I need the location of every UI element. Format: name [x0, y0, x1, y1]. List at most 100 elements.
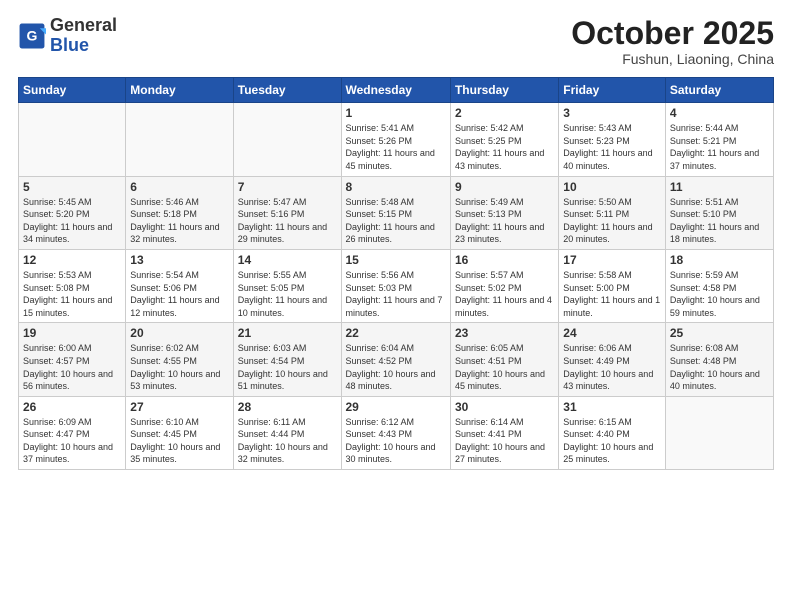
- logo: G General Blue: [18, 16, 117, 56]
- table-row: [126, 103, 233, 176]
- table-row: 29 Sunrise: 6:12 AM Sunset: 4:43 PM Dayli…: [341, 396, 450, 469]
- day-info: Sunrise: 6:05 AM Sunset: 4:51 PM Dayligh…: [455, 342, 554, 392]
- day-info: Sunrise: 5:47 AM Sunset: 5:16 PM Dayligh…: [238, 196, 337, 246]
- table-row: 5 Sunrise: 5:45 AM Sunset: 5:20 PM Daylig…: [19, 176, 126, 249]
- day-number: 1: [346, 106, 446, 120]
- day-info: Sunrise: 5:49 AM Sunset: 5:13 PM Dayligh…: [455, 196, 554, 246]
- day-number: 7: [238, 180, 337, 194]
- day-info: Sunrise: 5:57 AM Sunset: 5:02 PM Dayligh…: [455, 269, 554, 319]
- table-row: 8 Sunrise: 5:48 AM Sunset: 5:15 PM Daylig…: [341, 176, 450, 249]
- location-text: Fushun, Liaoning, China: [571, 51, 774, 67]
- table-row: 30Sunrise: 6:14 AM Sunset: 4:41 PM Dayli…: [450, 396, 558, 469]
- day-info: Sunrise: 6:06 AM Sunset: 4:49 PM Dayligh…: [563, 342, 661, 392]
- day-number: 3: [563, 106, 661, 120]
- day-number: 29: [346, 400, 446, 414]
- header-sunday: Sunday: [19, 78, 126, 103]
- day-number: 8: [346, 180, 446, 194]
- week-row-2: 5 Sunrise: 5:45 AM Sunset: 5:20 PM Daylig…: [19, 176, 774, 249]
- calendar-table: Sunday Monday Tuesday Wednesday Thursday…: [18, 77, 774, 470]
- day-number: 24: [563, 326, 661, 340]
- day-number: 11: [670, 180, 769, 194]
- table-row: 6Sunrise: 5:46 AM Sunset: 5:18 PM Daylig…: [126, 176, 233, 249]
- table-row: 17Sunrise: 5:58 AM Sunset: 5:00 PM Dayli…: [559, 249, 666, 322]
- day-info: Sunrise: 5:42 AM Sunset: 5:25 PM Dayligh…: [455, 122, 554, 172]
- table-row: 22 Sunrise: 6:04 AM Sunset: 4:52 PM Dayli…: [341, 323, 450, 396]
- day-info: Sunrise: 5:43 AM Sunset: 5:23 PM Dayligh…: [563, 122, 661, 172]
- day-number: 17: [563, 253, 661, 267]
- week-row-4: 19 Sunrise: 6:00 AM Sunset: 4:57 PM Dayli…: [19, 323, 774, 396]
- header-thursday: Thursday: [450, 78, 558, 103]
- day-info: Sunrise: 6:00 AM Sunset: 4:57 PM Dayligh…: [23, 342, 121, 392]
- day-number: 5: [23, 180, 121, 194]
- day-number: 2: [455, 106, 554, 120]
- day-info: Sunrise: 5:48 AM Sunset: 5:15 PM Dayligh…: [346, 196, 446, 246]
- table-row: 20 Sunrise: 6:02 AM Sunset: 4:55 PM Dayli…: [126, 323, 233, 396]
- title-block: October 2025 Fushun, Liaoning, China: [571, 16, 774, 67]
- header-tuesday: Tuesday: [233, 78, 341, 103]
- table-row: 28 Sunrise: 6:11 AM Sunset: 4:44 PM Dayli…: [233, 396, 341, 469]
- day-info: Sunrise: 6:12 AM Sunset: 4:43 PM Dayligh…: [346, 416, 446, 466]
- day-number: 26: [23, 400, 121, 414]
- day-info: Sunrise: 5:56 AM Sunset: 5:03 PM Dayligh…: [346, 269, 446, 319]
- week-row-3: 12Sunrise: 5:53 AM Sunset: 5:08 PM Dayli…: [19, 249, 774, 322]
- day-number: 31: [563, 400, 661, 414]
- day-info: Sunrise: 6:08 AM Sunset: 4:48 PM Dayligh…: [670, 342, 769, 392]
- table-row: 25 Sunrise: 6:08 AM Sunset: 4:48 PM Dayli…: [665, 323, 773, 396]
- day-number: 10: [563, 180, 661, 194]
- header-saturday: Saturday: [665, 78, 773, 103]
- table-row: 3 Sunrise: 5:43 AM Sunset: 5:23 PM Daylig…: [559, 103, 666, 176]
- day-number: 15: [346, 253, 446, 267]
- logo-icon: G: [18, 22, 46, 50]
- header-friday: Friday: [559, 78, 666, 103]
- table-row: 13 Sunrise: 5:54 AM Sunset: 5:06 PM Dayli…: [126, 249, 233, 322]
- day-info: Sunrise: 5:53 AM Sunset: 5:08 PM Dayligh…: [23, 269, 121, 319]
- day-number: 30: [455, 400, 554, 414]
- day-number: 14: [238, 253, 337, 267]
- day-number: 9: [455, 180, 554, 194]
- header-wednesday: Wednesday: [341, 78, 450, 103]
- table-row: [19, 103, 126, 176]
- header-monday: Monday: [126, 78, 233, 103]
- day-info: Sunrise: 6:15 AM Sunset: 4:40 PM Dayligh…: [563, 416, 661, 466]
- day-number: 6: [130, 180, 228, 194]
- day-number: 16: [455, 253, 554, 267]
- day-number: 19: [23, 326, 121, 340]
- table-row: 16 Sunrise: 5:57 AM Sunset: 5:02 PM Dayli…: [450, 249, 558, 322]
- day-info: Sunrise: 6:09 AM Sunset: 4:47 PM Dayligh…: [23, 416, 121, 466]
- table-row: [233, 103, 341, 176]
- day-number: 13: [130, 253, 228, 267]
- table-row: 24 Sunrise: 6:06 AM Sunset: 4:49 PM Dayli…: [559, 323, 666, 396]
- table-row: 14 Sunrise: 5:55 AM Sunset: 5:05 PM Dayli…: [233, 249, 341, 322]
- day-info: Sunrise: 5:45 AM Sunset: 5:20 PM Dayligh…: [23, 196, 121, 246]
- day-number: 18: [670, 253, 769, 267]
- day-info: Sunrise: 6:02 AM Sunset: 4:55 PM Dayligh…: [130, 342, 228, 392]
- day-number: 22: [346, 326, 446, 340]
- day-number: 4: [670, 106, 769, 120]
- table-row: 12Sunrise: 5:53 AM Sunset: 5:08 PM Dayli…: [19, 249, 126, 322]
- day-info: Sunrise: 5:44 AM Sunset: 5:21 PM Dayligh…: [670, 122, 769, 172]
- day-number: 20: [130, 326, 228, 340]
- day-info: Sunrise: 5:51 AM Sunset: 5:10 PM Dayligh…: [670, 196, 769, 246]
- table-row: 21Sunrise: 6:03 AM Sunset: 4:54 PM Dayli…: [233, 323, 341, 396]
- day-info: Sunrise: 5:55 AM Sunset: 5:05 PM Dayligh…: [238, 269, 337, 319]
- day-info: Sunrise: 5:41 AM Sunset: 5:26 PM Dayligh…: [346, 122, 446, 172]
- table-row: 7 Sunrise: 5:47 AM Sunset: 5:16 PM Daylig…: [233, 176, 341, 249]
- table-row: 4 Sunrise: 5:44 AM Sunset: 5:21 PM Daylig…: [665, 103, 773, 176]
- week-row-5: 26 Sunrise: 6:09 AM Sunset: 4:47 PM Dayli…: [19, 396, 774, 469]
- day-info: Sunrise: 6:10 AM Sunset: 4:45 PM Dayligh…: [130, 416, 228, 466]
- day-info: Sunrise: 6:04 AM Sunset: 4:52 PM Dayligh…: [346, 342, 446, 392]
- day-info: Sunrise: 5:54 AM Sunset: 5:06 PM Dayligh…: [130, 269, 228, 319]
- week-row-1: 1 Sunrise: 5:41 AM Sunset: 5:26 PM Daylig…: [19, 103, 774, 176]
- day-info: Sunrise: 6:11 AM Sunset: 4:44 PM Dayligh…: [238, 416, 337, 466]
- table-row: 26 Sunrise: 6:09 AM Sunset: 4:47 PM Dayli…: [19, 396, 126, 469]
- table-row: 11 Sunrise: 5:51 AM Sunset: 5:10 PM Dayli…: [665, 176, 773, 249]
- table-row: 2 Sunrise: 5:42 AM Sunset: 5:25 PM Daylig…: [450, 103, 558, 176]
- table-row: 31 Sunrise: 6:15 AM Sunset: 4:40 PM Dayli…: [559, 396, 666, 469]
- table-row: 19 Sunrise: 6:00 AM Sunset: 4:57 PM Dayli…: [19, 323, 126, 396]
- page-header: G General Blue October 2025 Fushun, Liao…: [18, 16, 774, 67]
- table-row: 9 Sunrise: 5:49 AM Sunset: 5:13 PM Daylig…: [450, 176, 558, 249]
- day-number: 27: [130, 400, 228, 414]
- day-number: 28: [238, 400, 337, 414]
- day-number: 25: [670, 326, 769, 340]
- month-title: October 2025: [571, 16, 774, 51]
